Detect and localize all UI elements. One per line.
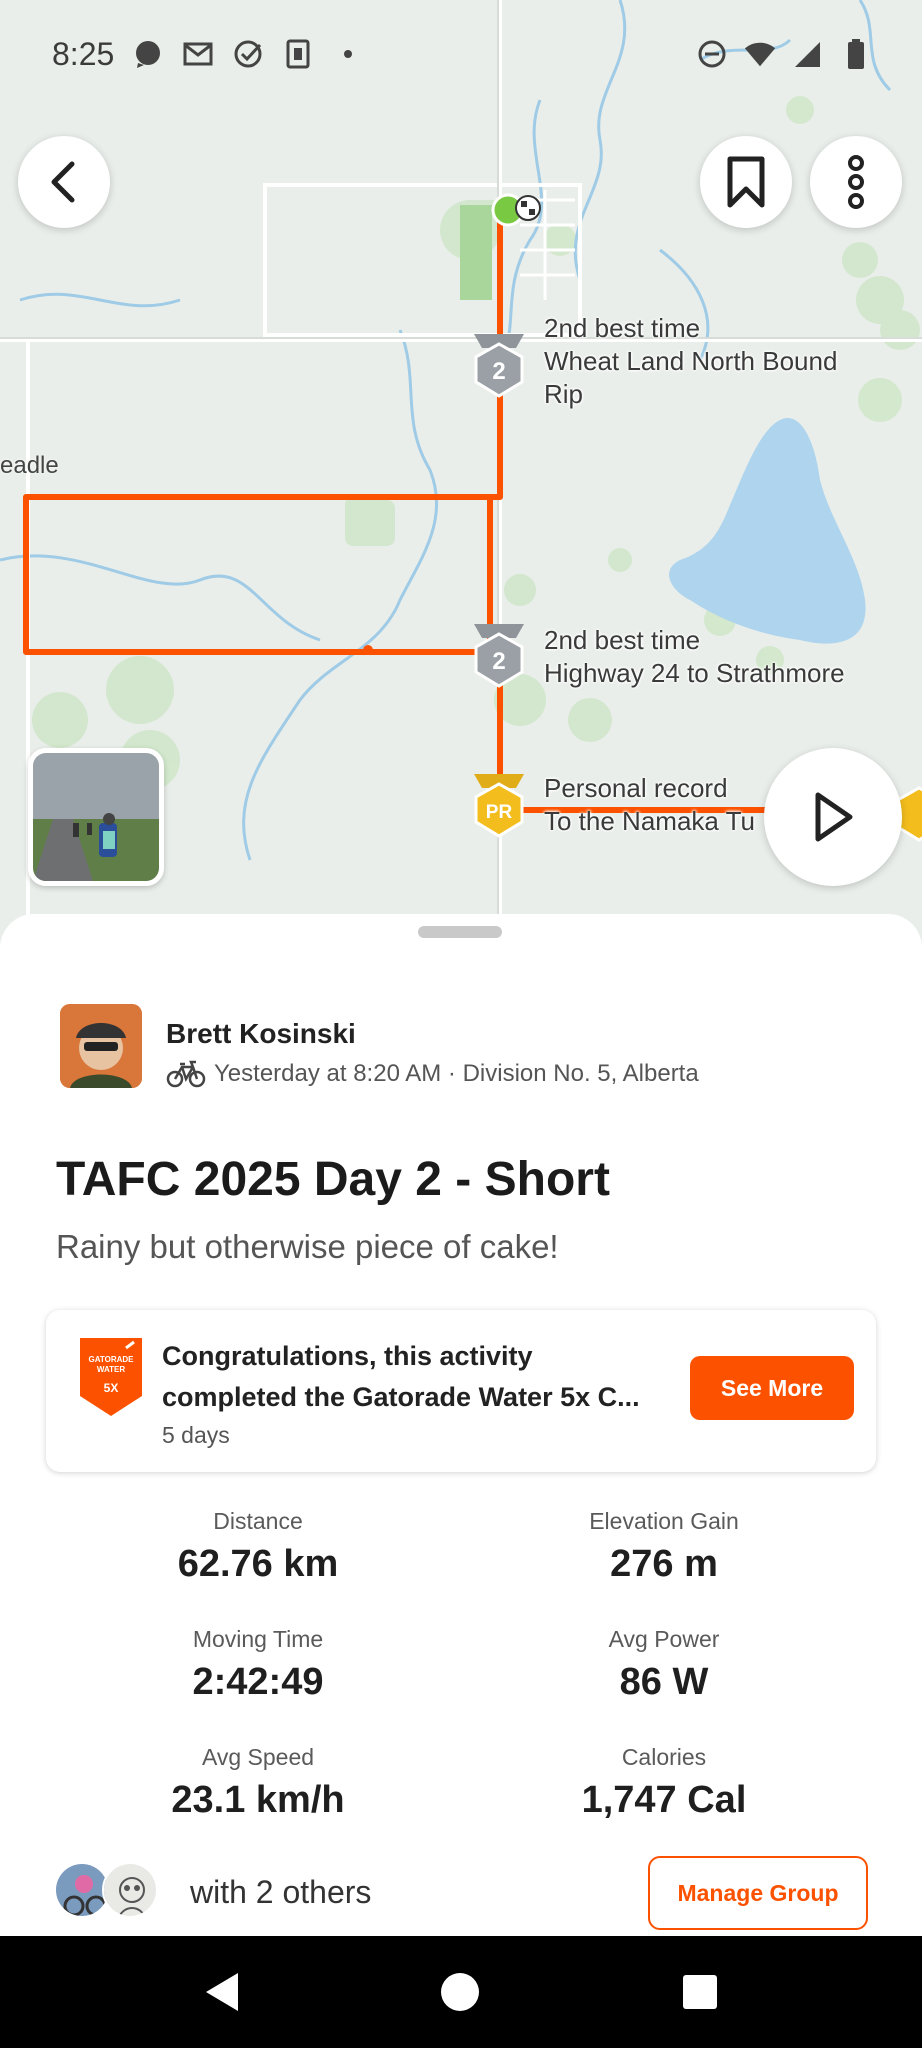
notification-icon xyxy=(282,38,314,70)
status-time: 8:25 xyxy=(52,36,115,72)
chevron-left-icon xyxy=(51,161,75,203)
activity-description: Rainy but otherwise piece of cake! xyxy=(56,1228,559,1265)
segment-achievement: 2nd best time xyxy=(544,625,701,655)
nav-home-button[interactable] xyxy=(428,1960,492,2024)
nav-back-icon xyxy=(206,1973,238,2011)
chat-bubble-icon xyxy=(132,38,164,70)
bike-icon xyxy=(166,1060,206,1088)
stat-elevation-gain: Elevation Gain 276 m xyxy=(589,1508,739,1585)
system-nav-bar xyxy=(0,1936,922,2048)
stat-distance: Distance 62.76 km xyxy=(177,1508,339,1585)
activity-photo-thumbnail[interactable] xyxy=(28,748,164,886)
silver-medal-icon: 2 xyxy=(474,624,524,688)
bookmark-icon xyxy=(727,156,765,208)
segment-name-continued: Rip xyxy=(544,379,584,409)
bookmark-button[interactable] xyxy=(700,136,792,228)
group-member-avatar[interactable] xyxy=(102,1862,158,1918)
stat-avg-power: Avg Power 86 W xyxy=(608,1626,720,1703)
see-more-button[interactable]: See More xyxy=(690,1356,854,1420)
play-flyover-button[interactable] xyxy=(764,748,902,886)
nav-home-icon xyxy=(441,1973,479,2011)
pr-medal-icon: PR xyxy=(474,774,524,838)
play-icon xyxy=(815,792,853,842)
segment-name: Wheat Land North Bound xyxy=(544,346,838,376)
battery-icon xyxy=(840,38,872,70)
group-members-text[interactable]: with 2 others xyxy=(190,1874,371,1911)
nav-back-button[interactable] xyxy=(190,1960,254,2024)
do-not-disturb-icon xyxy=(696,38,728,70)
dot-icon xyxy=(332,38,364,70)
notification-icons xyxy=(132,38,364,70)
avatar[interactable] xyxy=(60,1004,142,1088)
signal-icon xyxy=(792,38,824,70)
segment-name: To the Namaka Tu xyxy=(544,806,755,836)
segment-achievement: 2nd best time xyxy=(544,313,701,343)
silver-medal-icon: 2 xyxy=(474,334,524,398)
nav-recents-icon xyxy=(683,1975,717,2009)
more-vertical-icon xyxy=(848,155,864,209)
segment-label[interactable]: Personal record To the Namaka Tu xyxy=(544,772,755,838)
svg-text:2: 2 xyxy=(492,358,505,385)
manage-group-button[interactable]: Manage Group xyxy=(648,1856,868,1930)
finish-marker xyxy=(515,195,541,221)
svg-text:2: 2 xyxy=(492,648,505,675)
more-options-button[interactable] xyxy=(810,136,902,228)
svg-text:PR: PR xyxy=(486,802,513,823)
activity-meta: Yesterday at 8:20 AM · Division No. 5, A… xyxy=(166,1060,699,1088)
segment-label[interactable]: 2nd best time Wheat Land North Bound Rip xyxy=(544,312,837,411)
stat-moving-time: Moving Time 2:42:49 xyxy=(192,1626,324,1703)
svg-text:WATER: WATER xyxy=(97,1365,126,1374)
svg-text:5X: 5X xyxy=(104,1381,119,1395)
avatar-image xyxy=(60,1004,142,1088)
activity-date-location: Yesterday at 8:20 AM · Division No. 5, A… xyxy=(214,1060,699,1087)
segment-label[interactable]: 2nd best time Highway 24 to Strathmore xyxy=(544,624,845,690)
activity-photo xyxy=(33,753,159,881)
drag-handle[interactable] xyxy=(418,926,502,938)
stat-calories: Calories 1,747 Cal xyxy=(581,1744,747,1821)
map-place-label: eadle xyxy=(0,452,59,479)
activity-sheet: Brett Kosinski Yesterday at 8:20 AM · Di… xyxy=(0,914,922,1936)
segment-name: Highway 24 to Strathmore xyxy=(544,658,845,688)
stat-avg-speed: Avg Speed 23.1 km/h xyxy=(171,1744,345,1821)
athlete-name[interactable]: Brett Kosinski xyxy=(166,1018,356,1050)
activity-title: TAFC 2025 Day 2 - Short xyxy=(56,1153,610,1206)
challenge-badge-icon: GATORADE WATER 5X xyxy=(80,1338,142,1416)
status-bar: 8:25 xyxy=(0,0,922,110)
wifi-icon xyxy=(744,38,776,70)
challenge-message: Congratulations, this activity completed… xyxy=(162,1341,640,1412)
route-map[interactable]: 8:25 eadle 2 2nd best time Wheat Land No… xyxy=(0,0,922,960)
mail-icon xyxy=(182,38,214,70)
challenge-duration: 5 days xyxy=(162,1422,230,1448)
back-button[interactable] xyxy=(18,136,110,228)
challenge-card[interactable]: GATORADE WATER 5X Congratulations, this … xyxy=(46,1310,876,1472)
segment-achievement: Personal record xyxy=(544,773,728,803)
check-circle-icon xyxy=(232,38,264,70)
svg-text:GATORADE: GATORADE xyxy=(88,1355,134,1364)
group-row: with 2 others Manage Group xyxy=(54,1856,876,1932)
system-icons xyxy=(696,38,872,70)
nav-recents-button[interactable] xyxy=(668,1960,732,2024)
